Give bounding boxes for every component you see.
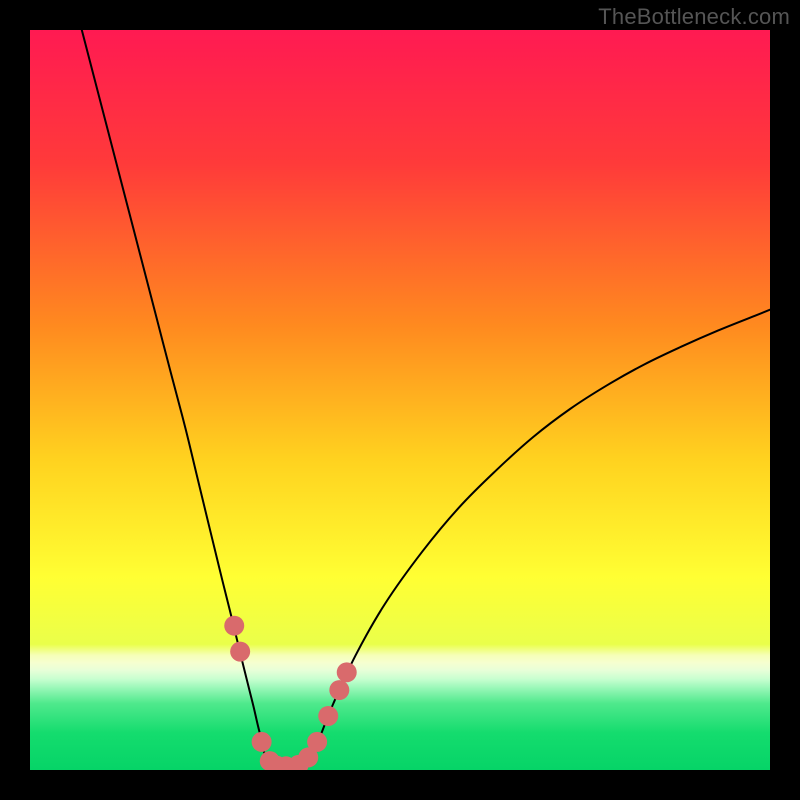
marker-point bbox=[307, 732, 327, 752]
marker-point bbox=[329, 680, 349, 700]
chart-frame: TheBottleneck.com bbox=[0, 0, 800, 800]
marker-point bbox=[230, 642, 250, 662]
chart-svg bbox=[30, 30, 770, 770]
plot-area bbox=[30, 30, 770, 770]
marker-point bbox=[252, 732, 272, 752]
marker-point bbox=[337, 662, 357, 682]
marker-point bbox=[318, 706, 338, 726]
marker-point bbox=[224, 616, 244, 636]
gradient-background bbox=[30, 30, 770, 770]
watermark-text: TheBottleneck.com bbox=[598, 4, 790, 30]
